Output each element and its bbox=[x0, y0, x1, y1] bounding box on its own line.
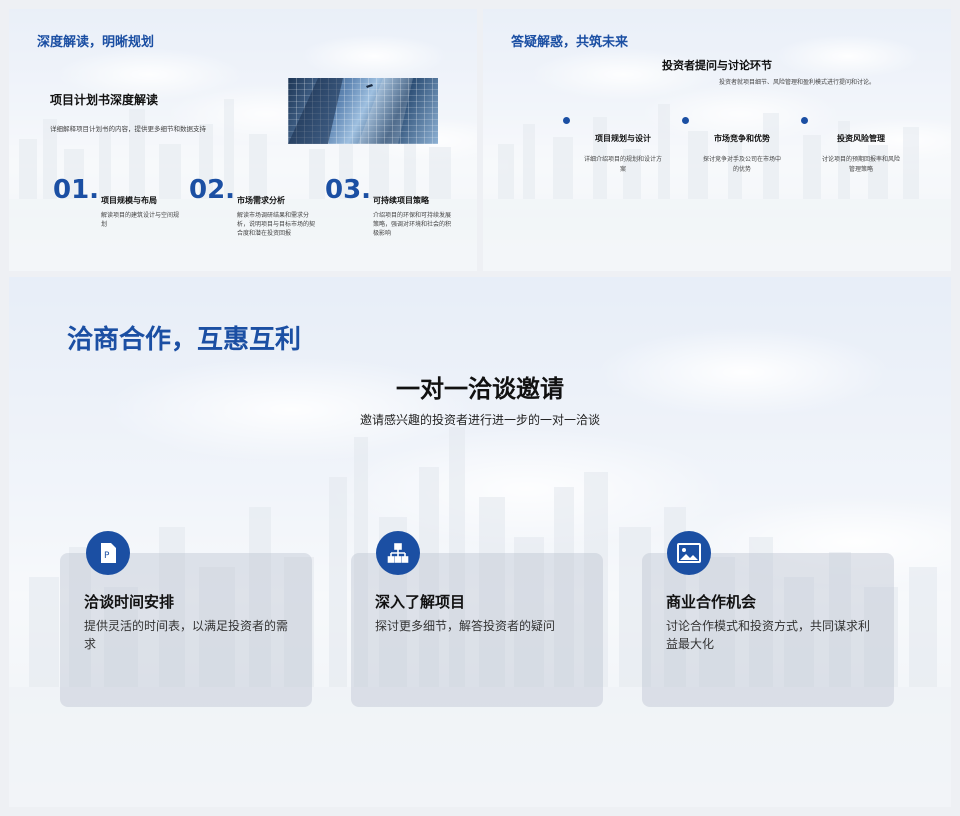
item-description: 解读项目的建筑设计与空间规划 bbox=[101, 212, 180, 228]
slide-subtitle: 邀请感兴趣的投资者进行进一步的一对一洽谈 bbox=[359, 413, 600, 427]
slide-kicker: 洽商合作，互惠互利 bbox=[67, 325, 302, 355]
card-description: 探讨更多细节，解答投资者的疑问 bbox=[375, 619, 556, 633]
slide-qa[interactable]: 答疑解惑，共筑未来 投资者提问与讨论环节 投资者就项目细节、风险管理和盈利模式进… bbox=[483, 9, 951, 271]
topic-description: 详细介绍项目的规划和设计方案 bbox=[583, 156, 662, 173]
card-title: 商业合作机会 bbox=[666, 593, 757, 611]
slide-title: 项目计划书深度解读 bbox=[50, 93, 159, 107]
item-description: 介绍项目的环保和可持续发展策略，强调对环境和社会的积极影响 bbox=[373, 212, 452, 237]
item-number: 01. bbox=[53, 175, 100, 205]
document-p-icon: P bbox=[86, 531, 130, 575]
topic-title: 市场竞争和优势 bbox=[714, 134, 770, 143]
slide-title: 投资者提问与讨论环节 bbox=[662, 59, 772, 72]
card-title: 深入了解项目 bbox=[375, 593, 466, 611]
image-icon bbox=[667, 531, 711, 575]
svg-text:P: P bbox=[104, 551, 110, 561]
slide-title: 一对一洽谈邀请 bbox=[396, 375, 564, 403]
invitation-card[interactable]: 深入了解项目 探讨更多细节，解答投资者的疑问 bbox=[351, 553, 603, 707]
card-title: 洽谈时间安排 bbox=[84, 593, 175, 611]
item-title: 项目规模与布局 bbox=[101, 196, 157, 205]
white-overlay bbox=[9, 277, 951, 807]
slide-project-plan[interactable]: 深度解读，明晰规划 项目计划书深度解读 详细解释项目计划书的内容，提供更多细节和… bbox=[9, 9, 477, 271]
topic-description: 讨论项目的预期回报率和风险管理策略 bbox=[821, 156, 900, 173]
slide-kicker: 深度解读，明晰规划 bbox=[37, 35, 155, 50]
invitation-card[interactable]: 商业合作机会 讨论合作模式和投资方式，共同谋求利益最大化 bbox=[642, 553, 894, 707]
item-description: 解读市场调研结果和需求分析，说明项目与目标市场的契合度和潜在投资回报 bbox=[237, 212, 316, 237]
bullet-dot-icon bbox=[563, 117, 570, 124]
topic-description: 探讨竞争对手及公司在市场中的优势 bbox=[702, 156, 781, 173]
item-number: 02. bbox=[189, 175, 236, 205]
building-photo bbox=[288, 78, 438, 144]
slide-invitation[interactable]: 洽商合作，互惠互利 一对一洽谈邀请 邀请感兴趣的投资者进行进一步的一对一洽谈 洽… bbox=[9, 277, 951, 807]
topic-title: 项目规划与设计 bbox=[595, 134, 651, 143]
item-title: 可持续项目策略 bbox=[373, 196, 429, 205]
slide-kicker: 答疑解惑，共筑未来 bbox=[511, 35, 629, 50]
topic-title: 投资风险管理 bbox=[837, 134, 885, 143]
invitation-card[interactable]: 洽谈时间安排 提供灵活的时间表，以满足投资者的需求 bbox=[60, 553, 312, 707]
card-description: 提供灵活的时间表，以满足投资者的需求 bbox=[84, 619, 289, 651]
item-title: 市场需求分析 bbox=[237, 196, 285, 205]
bullet-dot-icon bbox=[801, 117, 808, 124]
org-chart-icon bbox=[376, 531, 420, 575]
item-number: 03. bbox=[325, 175, 372, 205]
bullet-dot-icon bbox=[682, 117, 689, 124]
slide-subtitle: 投资者就项目细节、风险管理和盈利模式进行提问和讨论。 bbox=[718, 79, 875, 86]
slide-subtitle: 详细解释项目计划书的内容，提供更多细节和数据支持 bbox=[50, 125, 206, 133]
card-description: 讨论合作模式和投资方式，共同谋求利益最大化 bbox=[666, 619, 871, 651]
